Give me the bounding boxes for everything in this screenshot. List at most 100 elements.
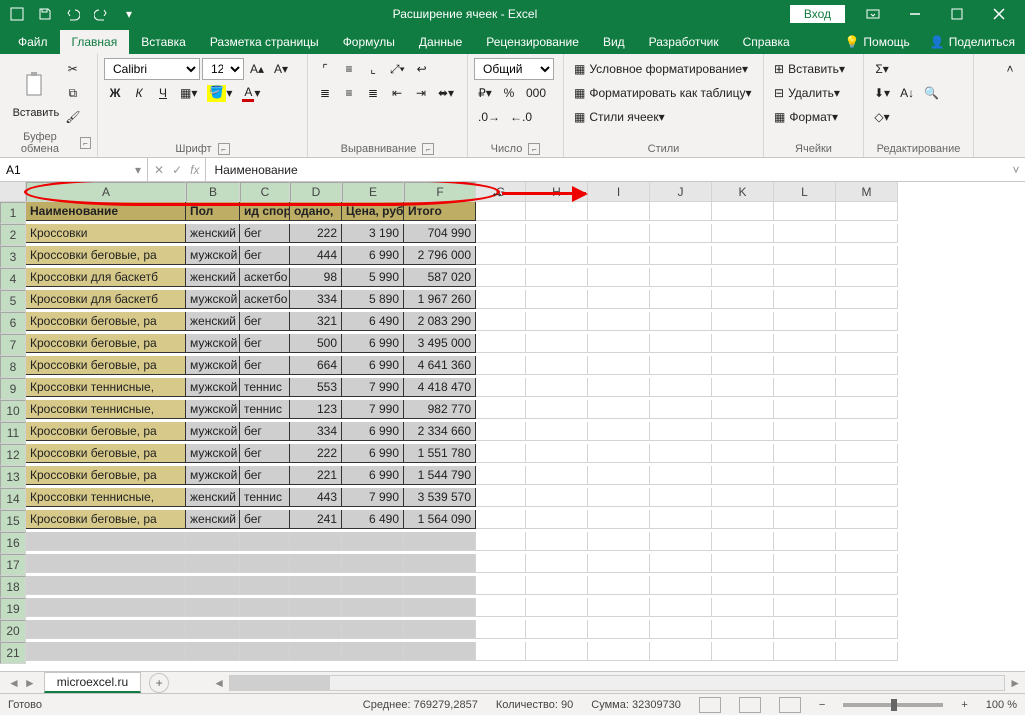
empty-cell[interactable] [588,378,650,397]
clipboard-launcher[interactable]: ⌐ [80,137,91,149]
empty-cell[interactable] [476,466,526,485]
delete-cells-button[interactable]: ⊟ Удалить ▾ [770,82,857,104]
empty-cell[interactable] [342,598,404,617]
row-header-20[interactable]: 20 [0,620,26,642]
empty-cell[interactable] [650,378,712,397]
empty-cell[interactable] [588,576,650,595]
empty-cell[interactable] [774,466,836,485]
empty-cell[interactable] [650,246,712,265]
data-cell[interactable]: бег [240,312,290,331]
data-cell[interactable]: Кроссовки беговые, ра [26,356,186,375]
close-icon[interactable] [979,3,1019,25]
empty-cell[interactable] [240,554,290,573]
data-cell[interactable]: 1 967 260 [404,290,476,309]
empty-cell[interactable] [650,290,712,309]
data-cell[interactable]: 500 [290,334,342,353]
minimize-icon[interactable] [895,3,935,25]
row-header-8[interactable]: 8 [0,356,26,378]
tab-данные[interactable]: Данные [407,30,474,54]
empty-cell[interactable] [836,268,898,287]
empty-cell[interactable] [836,400,898,419]
empty-cell[interactable] [526,466,588,485]
insert-cells-button[interactable]: ⊞ Вставить ▾ [770,58,857,80]
empty-cell[interactable] [526,224,588,243]
row-header-21[interactable]: 21 [0,642,26,664]
empty-cell[interactable] [240,642,290,661]
empty-cell[interactable] [712,224,774,243]
empty-cell[interactable] [26,576,186,595]
empty-cell[interactable] [342,620,404,639]
share-button[interactable]: 👤Поделиться [920,30,1025,54]
cond-format-button[interactable]: ▦ Условное форматирование ▾ [570,58,757,80]
data-cell[interactable]: бег [240,334,290,353]
col-header-M[interactable]: M [836,182,898,202]
empty-cell[interactable] [650,224,712,243]
row-header-10[interactable]: 10 [0,400,26,422]
empty-cell[interactable] [588,510,650,529]
font-launcher[interactable]: ⌐ [218,143,230,155]
tab-рецензирование[interactable]: Рецензирование [474,30,591,54]
empty-cell[interactable] [588,444,650,463]
empty-cell[interactable] [588,598,650,617]
empty-cell[interactable] [404,642,476,661]
tab-разработчик[interactable]: Разработчик [637,30,731,54]
data-cell[interactable]: Кроссовки беговые, ра [26,334,186,353]
col-header-B[interactable]: B [186,182,240,202]
data-cell[interactable]: мужской [186,444,240,463]
paste-button[interactable] [19,67,53,107]
empty-cell[interactable] [526,356,588,375]
data-cell[interactable]: женский [186,312,240,331]
empty-cell[interactable] [712,576,774,595]
empty-cell[interactable] [836,356,898,375]
col-header-C[interactable]: C [240,182,290,202]
empty-cell[interactable] [712,620,774,639]
data-cell[interactable]: 553 [290,378,342,397]
row-header-4[interactable]: 4 [0,268,26,290]
empty-cell[interactable] [526,334,588,353]
cell-styles-button[interactable]: ▦ Стили ячеек ▾ [570,106,757,128]
empty-cell[interactable] [290,554,342,573]
data-cell[interactable]: Кроссовки беговые, ра [26,466,186,485]
data-cell[interactable]: 444 [290,246,342,265]
empty-cell[interactable] [774,576,836,595]
empty-cell[interactable] [290,598,342,617]
shrink-font-icon[interactable]: A▾ [270,58,292,80]
empty-cell[interactable] [774,532,836,551]
empty-cell[interactable] [240,620,290,639]
empty-cell[interactable] [526,620,588,639]
empty-cell[interactable] [526,422,588,441]
header-cell[interactable] [588,202,650,221]
enter-formula-icon[interactable]: ✓ [172,163,182,177]
empty-cell[interactable] [650,554,712,573]
empty-cell[interactable] [404,620,476,639]
empty-cell[interactable] [712,312,774,331]
empty-cell[interactable] [588,290,650,309]
empty-cell[interactable] [240,532,290,551]
align-right-icon[interactable]: ≣ [362,82,384,104]
zoom-out-icon[interactable]: − [819,699,825,711]
empty-cell[interactable] [836,444,898,463]
fill-color-icon[interactable]: 🪣▾ [203,82,236,104]
empty-cell[interactable] [588,554,650,573]
zoom-slider[interactable] [843,703,943,707]
col-header-E[interactable]: E [342,182,404,202]
empty-cell[interactable] [476,444,526,463]
empty-cell[interactable] [476,620,526,639]
empty-cell[interactable] [476,642,526,661]
data-cell[interactable]: Кроссовки беговые, ра [26,246,186,265]
row-header-3[interactable]: 3 [0,246,26,268]
data-cell[interactable]: 221 [290,466,342,485]
empty-cell[interactable] [712,422,774,441]
empty-cell[interactable] [712,290,774,309]
header-cell[interactable]: Цена, руб [342,202,404,221]
empty-cell[interactable] [588,334,650,353]
data-cell[interactable]: Кроссовки для баскетб [26,268,186,287]
data-cell[interactable]: теннис [240,488,290,507]
hscroll-left-icon[interactable]: ◄ [209,676,229,690]
indent-dec-icon[interactable]: ⇤ [386,82,408,104]
empty-cell[interactable] [240,598,290,617]
cancel-formula-icon[interactable]: ✕ [154,163,164,177]
underline-button[interactable]: Ч [152,82,174,104]
qat-customize-icon[interactable]: ▾ [118,3,140,25]
zoom-in-icon[interactable]: + [961,699,967,711]
